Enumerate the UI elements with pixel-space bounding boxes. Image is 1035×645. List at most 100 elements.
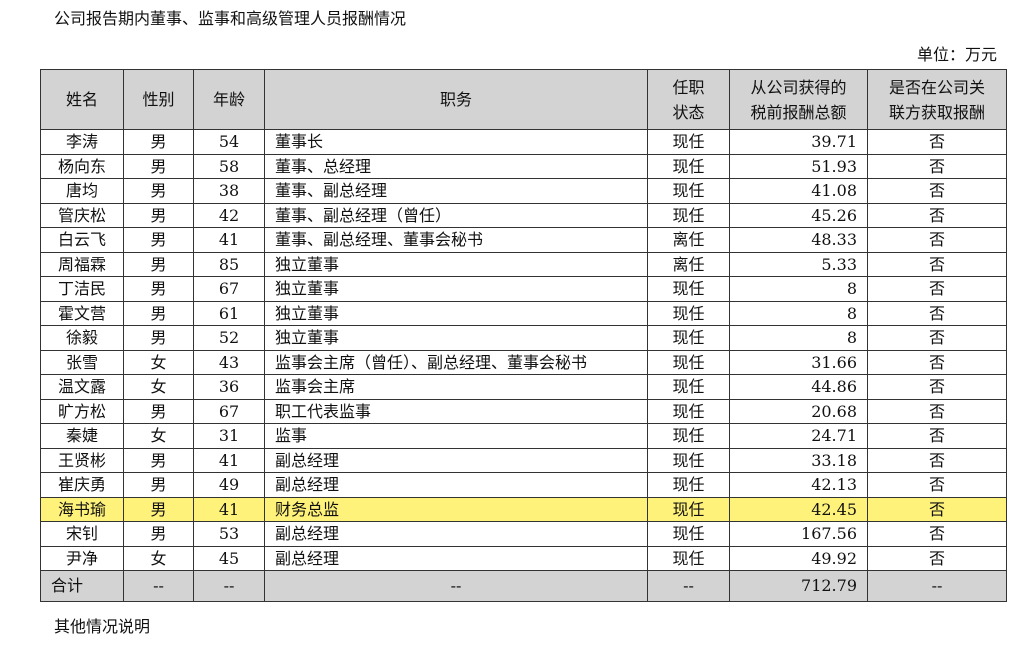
cell-name: 管庆松: [40, 202, 124, 228]
cell-name: 唐均: [40, 178, 124, 204]
cell-related: 否: [867, 472, 1007, 498]
table-row: 王贤彬男 41 副总经理 现任 33.18 否: [40, 447, 1007, 473]
cell-age: 85: [193, 251, 265, 277]
cell-age: 41: [193, 496, 265, 522]
header-related: 是否在公司关 联方获取报酬: [867, 69, 1007, 130]
cell-position: 独立董事: [264, 251, 648, 277]
cell-position: 董事、副总经理、董事会秘书: [264, 227, 648, 253]
cell-position: 董事长: [264, 129, 648, 155]
cell-related: 否: [867, 423, 1007, 449]
header-gender: 性别: [123, 69, 194, 130]
header-status-line1: 任职: [672, 77, 705, 97]
cell-pay: 20.68: [729, 398, 868, 424]
cell-name: 旷方松: [40, 398, 124, 424]
cell-gender: 女: [123, 423, 194, 449]
table-row: 海书瑜男 41 财务总监 现任 42.45 否: [40, 496, 1007, 522]
cell-age: 52: [193, 325, 265, 351]
cell-position: 监事会主席: [264, 374, 648, 400]
cell-name: 宋钊: [40, 521, 124, 547]
cell-name: 李涛: [40, 129, 124, 155]
cell-age: 41: [193, 447, 265, 473]
cell-name: 秦婕: [40, 423, 124, 449]
table-caption: 公司报告期内董事、监事和高级管理人员报酬情况: [54, 9, 407, 28]
table-row: 丁洁民男 67 独立董事 现任 8 否: [40, 276, 1007, 302]
cell-related: 否: [867, 153, 1007, 179]
cell-pay: 48.33: [729, 227, 868, 253]
cell-pay: 42.13: [729, 472, 868, 498]
header-status: 任职 状态: [647, 69, 730, 130]
cell-status: 现任: [647, 472, 730, 498]
cell-gender: 男: [123, 398, 194, 424]
total-status: --: [647, 570, 730, 602]
cell-age: 45: [193, 545, 265, 571]
cell-pay: 42.45: [729, 496, 868, 522]
cell-related: 否: [867, 521, 1007, 547]
header-position: 职务: [264, 69, 648, 130]
total-row: 合计 -- -- -- -- 712.79 --: [40, 570, 1007, 602]
cell-gender: 男: [123, 447, 194, 473]
table-row: 杨向东男 58 董事、总经理 现任 51.93 否: [40, 153, 1007, 179]
cell-related: 否: [867, 202, 1007, 228]
cell-age: 42: [193, 202, 265, 228]
cell-gender: 男: [123, 202, 194, 228]
cell-status: 现任: [647, 496, 730, 522]
cell-pay: 167.56: [729, 521, 868, 547]
cell-age: 58: [193, 153, 265, 179]
table-body: 李涛男 54 董事长 现任 39.71 否杨向东男 58 董事、总经理 现任 51.93 否唐均男 3…: [40, 129, 1007, 571]
cell-age: 67: [193, 398, 265, 424]
cell-related: 否: [867, 496, 1007, 522]
cell-related: 否: [867, 251, 1007, 277]
header-name: 姓名: [40, 69, 124, 130]
cell-pay: 31.66: [729, 349, 868, 375]
cell-pay: 39.71: [729, 129, 868, 155]
cell-name: 王贤彬: [40, 447, 124, 473]
cell-pay: 24.71: [729, 423, 868, 449]
cell-status: 现任: [647, 521, 730, 547]
cell-related: 否: [867, 349, 1007, 375]
table-row: 宋钊男 53 副总经理 现任 167.56 否: [40, 521, 1007, 547]
cell-gender: 男: [123, 276, 194, 302]
cell-position: 监事会主席（曾任）、副总经理、董事会秘书: [264, 349, 648, 375]
cell-gender: 男: [123, 251, 194, 277]
cell-related: 否: [867, 129, 1007, 155]
cell-age: 67: [193, 276, 265, 302]
cell-gender: 男: [123, 521, 194, 547]
cell-age: 38: [193, 178, 265, 204]
cell-position: 副总经理: [264, 447, 648, 473]
cell-gender: 女: [123, 349, 194, 375]
cell-gender: 男: [123, 129, 194, 155]
unit-label: 单位：万元: [916, 45, 997, 64]
cell-gender: 男: [123, 496, 194, 522]
cell-pay: 5.33: [729, 251, 868, 277]
other-notes-heading: 其他情况说明: [54, 617, 151, 636]
cell-position: 董事、副总经理（曾任）: [264, 202, 648, 228]
cell-pay: 8: [729, 276, 868, 302]
header-age: 年龄: [193, 69, 265, 130]
cell-status: 现任: [647, 423, 730, 449]
cell-gender: 男: [123, 178, 194, 204]
cell-position: 副总经理: [264, 545, 648, 571]
cell-age: 41: [193, 227, 265, 253]
cell-status: 现任: [647, 447, 730, 473]
cell-position: 副总经理: [264, 472, 648, 498]
table-row: 李涛男 54 董事长 现任 39.71 否: [40, 129, 1007, 155]
table-row: 徐毅男 52 独立董事 现任 8 否: [40, 325, 1007, 351]
cell-related: 否: [867, 227, 1007, 253]
cell-position: 职工代表监事: [264, 398, 648, 424]
cell-age: 54: [193, 129, 265, 155]
cell-age: 36: [193, 374, 265, 400]
header-related-line2: 联方获取报酬: [888, 102, 985, 122]
total-position: --: [264, 570, 648, 602]
cell-status: 现任: [647, 374, 730, 400]
cell-status: 现任: [647, 178, 730, 204]
cell-name: 尹净: [40, 545, 124, 571]
cell-age: 43: [193, 349, 265, 375]
cell-position: 董事、副总经理: [264, 178, 648, 204]
cell-status: 离任: [647, 227, 730, 253]
cell-pay: 49.92: [729, 545, 868, 571]
cell-name: 徐毅: [40, 325, 124, 351]
table-row: 温文露女 36 监事会主席 现任 44.86 否: [40, 374, 1007, 400]
cell-position: 独立董事: [264, 300, 648, 326]
cell-name: 崔庆勇: [40, 472, 124, 498]
header-status-line2: 状态: [672, 102, 705, 122]
